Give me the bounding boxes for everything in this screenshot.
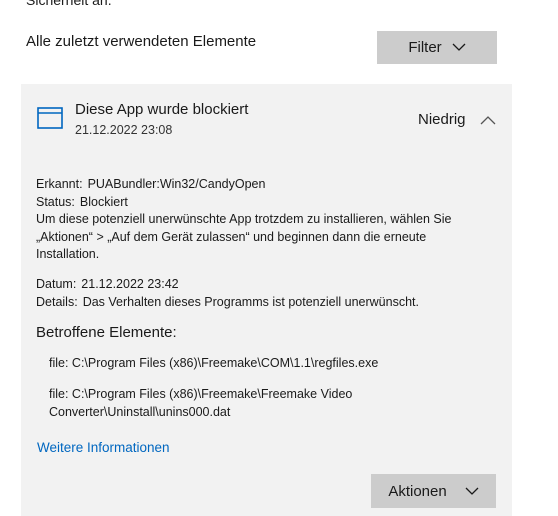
affected-items-heading: Betroffene Elemente: (36, 324, 177, 341)
threat-description: Um diese potenziell unerwünschte App tro… (36, 212, 452, 261)
status-value: Blockiert (79, 195, 128, 209)
status-label: Status: (36, 195, 75, 209)
date-label: Datum: (36, 277, 77, 291)
threat-card: Diese App wurde blockiert 21.12.2022 23:… (21, 84, 512, 516)
actions-button-label: Aktionen (388, 482, 447, 500)
detected-label: Erkannt: (36, 177, 83, 191)
affected-file-item: file: C:\Program Files (x86)\Freemake\Fr… (49, 387, 353, 419)
actions-button[interactable]: Aktionen (371, 474, 496, 508)
filter-button-label: Filter (408, 39, 442, 56)
chevron-down-icon (465, 487, 479, 496)
affected-file-item: file: C:\Program Files (x86)\Freemake\CO… (49, 356, 379, 370)
details-label: Details: (36, 295, 78, 309)
chevron-up-icon[interactable] (480, 112, 496, 130)
more-info-link[interactable]: Weitere Informationen (37, 440, 170, 455)
details-value: Das Verhalten dieses Programms ist poten… (82, 295, 419, 309)
date-row: Datum: 21.12.2022 23:42 (36, 277, 179, 291)
protection-history-page: Sicherheit an. Alle zuletzt verwendeten … (0, 0, 558, 516)
date-value: 21.12.2022 23:42 (81, 277, 179, 291)
detected-value: PUABundler:Win32/CandyOpen (87, 177, 266, 191)
status-row: Status: Blockiert (36, 195, 128, 209)
severity-label: Niedrig (418, 111, 466, 128)
app-window-icon (37, 107, 63, 134)
filter-button[interactable]: Filter (377, 31, 497, 64)
cut-off-text: Sicherheit an. (26, 0, 112, 8)
threat-timestamp: 21.12.2022 23:08 (75, 123, 173, 137)
details-row: Details: Das Verhalten dieses Programms i… (36, 295, 419, 309)
recent-items-label: Alle zuletzt verwendeten Elemente (26, 33, 257, 50)
chevron-down-icon (452, 43, 466, 52)
detected-row: Erkannt: PUABundler:Win32/CandyOpen (36, 177, 265, 191)
threat-title: Diese App wurde blockiert (75, 101, 249, 118)
